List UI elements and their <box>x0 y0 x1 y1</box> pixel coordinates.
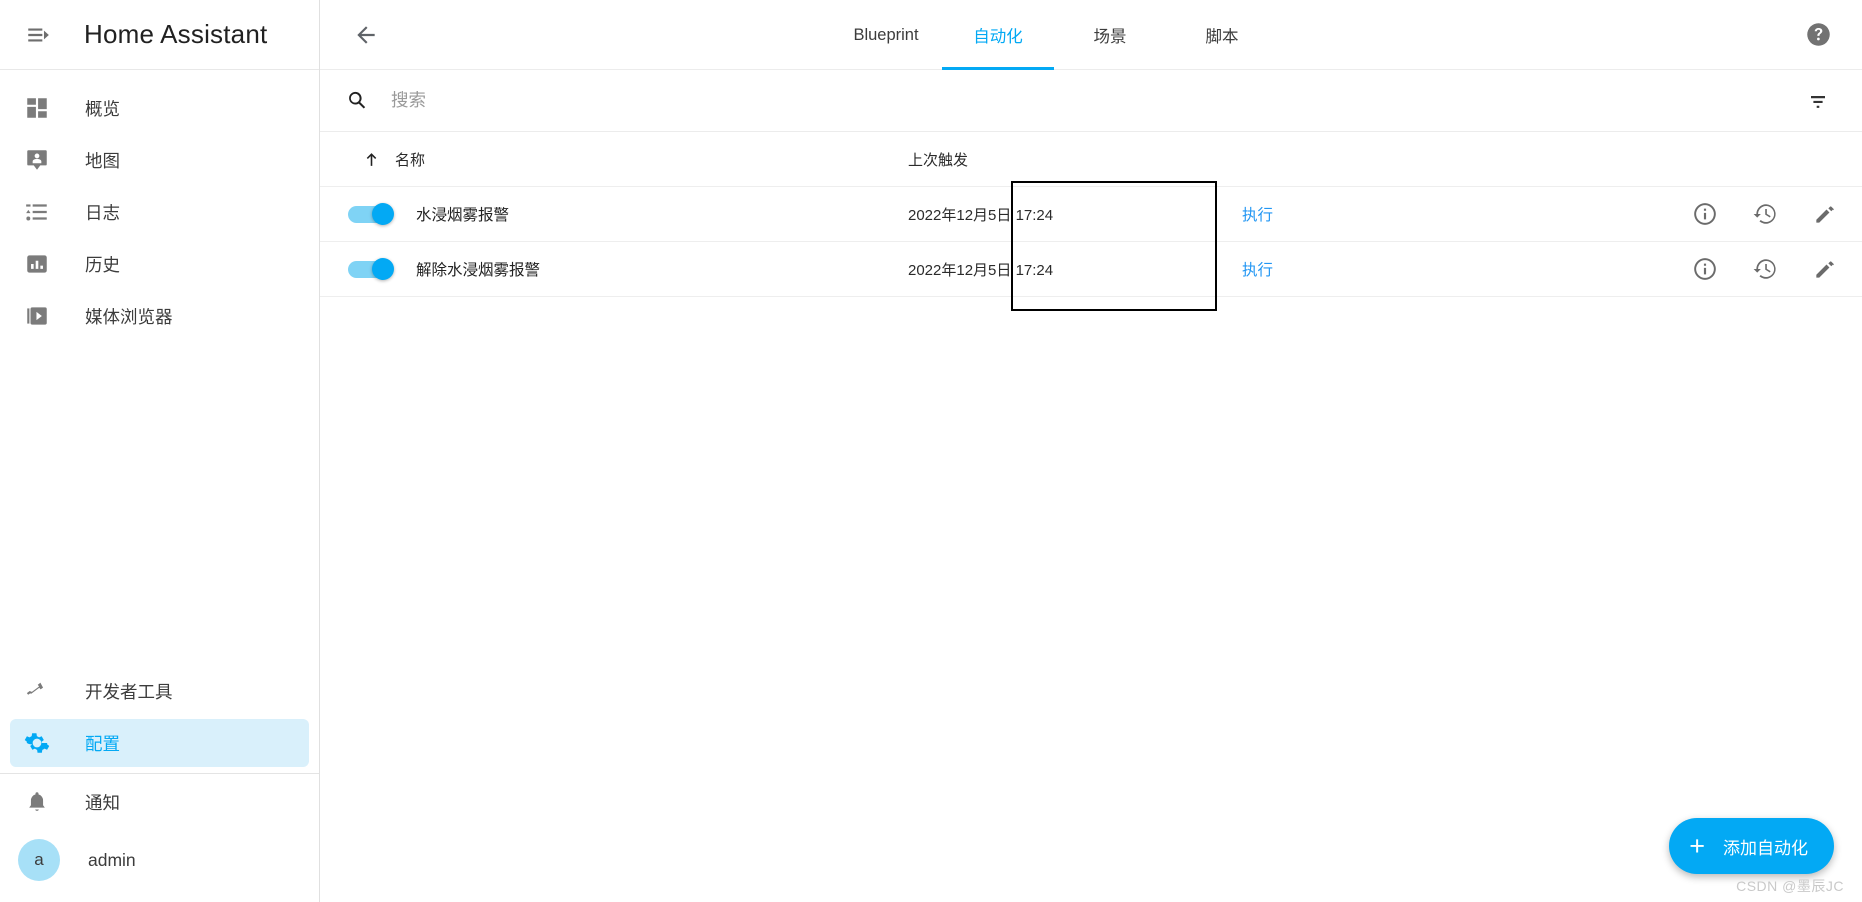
tab-scene[interactable]: 场景 <box>1054 0 1166 70</box>
add-automation-button[interactable]: + 添加自动化 <box>1669 818 1834 874</box>
column-header-last-triggered[interactable]: 上次触发 <box>890 149 1220 170</box>
sidebar-item-developer-tools[interactable]: 开发者工具 <box>10 667 309 715</box>
pencil-icon[interactable] <box>1808 252 1842 286</box>
play-box-multiple-icon <box>24 301 60 331</box>
sidebar-bottom: 开发者工具 配置 通知 a admin <box>0 663 319 902</box>
pencil-icon[interactable] <box>1808 197 1842 231</box>
sidebar-item-history[interactable]: 历史 <box>10 240 309 288</box>
cell-last-triggered: 2022年12月5日 17:24 <box>908 261 1054 279</box>
automation-name: 水浸烟雾报警 <box>416 207 510 224</box>
sidebar-item-label: 历史 <box>85 254 120 275</box>
automation-toggle[interactable] <box>348 203 394 225</box>
cell-execute: 执行 <box>1220 203 1420 225</box>
tab-label: 自动化 <box>973 28 1023 46</box>
chart-box-icon <box>24 249 60 279</box>
sidebar-header: Home Assistant <box>0 0 319 70</box>
column-header-label: 上次触发 <box>908 151 969 169</box>
tab-label: Blueprint <box>853 25 919 44</box>
menu-open-icon[interactable] <box>14 11 62 59</box>
sidebar-item-label: 通知 <box>85 792 120 813</box>
cell-actions <box>1420 197 1862 231</box>
table-body: 水浸烟雾报警 2022年12月5日 17:24 执行 解除水浸烟雾报警 2022… <box>320 181 1862 902</box>
sidebar-item-label: 媒体浏览器 <box>85 306 173 327</box>
history-icon[interactable] <box>1748 252 1782 286</box>
tab-label: 场景 <box>1093 28 1127 46</box>
column-header-label: 名称 <box>395 151 426 169</box>
sidebar-item-label: 日志 <box>85 202 120 223</box>
main-content: Blueprint 自动化 场景 脚本 搜索 名称 上次触发 水浸烟雾报警 20… <box>320 0 1862 902</box>
information-icon[interactable] <box>1688 252 1722 286</box>
execute-link[interactable]: 执行 <box>1242 262 1273 279</box>
toggle-thumb <box>372 203 394 225</box>
tab-label: 脚本 <box>1205 28 1239 46</box>
sidebar-item-label: 地图 <box>85 150 120 171</box>
sidebar-item-logbook[interactable]: 日志 <box>10 188 309 236</box>
cell-name: 水浸烟雾报警 <box>320 203 890 225</box>
watermark: CSDN @墨辰JC <box>1736 878 1844 894</box>
sidebar-item-map[interactable]: 地图 <box>10 136 309 184</box>
app-title: Home Assistant <box>84 19 268 49</box>
filter-variant-icon[interactable] <box>1796 79 1840 123</box>
arrow-left-icon[interactable] <box>342 11 390 59</box>
cell-actions <box>1420 252 1862 286</box>
format-list-bulleted-icon <box>24 197 60 227</box>
search-input[interactable] <box>389 89 989 112</box>
automation-toggle[interactable] <box>348 258 394 280</box>
sidebar-divider <box>0 773 319 774</box>
app-root: Home Assistant 概览 地图 日志 历史 媒体浏览器 开发者工具 配… <box>0 0 1862 902</box>
plus-icon: + <box>1689 830 1705 861</box>
toggle-thumb <box>372 258 394 280</box>
information-icon[interactable] <box>1688 197 1722 231</box>
tab-script[interactable]: 脚本 <box>1166 0 1278 70</box>
tab-blueprint[interactable]: Blueprint <box>830 0 942 70</box>
sidebar-item-label: 开发者工具 <box>85 681 173 702</box>
sidebar-item-configuration[interactable]: 配置 <box>10 719 309 767</box>
add-automation-label: 添加自动化 <box>1723 838 1808 858</box>
arrow-up-icon <box>362 150 381 169</box>
table-header-row: 名称 上次触发 <box>320 132 1862 187</box>
avatar: a <box>18 839 60 881</box>
dashboard-icon <box>24 93 60 123</box>
execute-link[interactable]: 执行 <box>1242 207 1273 224</box>
cell-name: 解除水浸烟雾报警 <box>320 258 890 280</box>
column-header-name[interactable]: 名称 <box>320 149 890 170</box>
sidebar-item-overview[interactable]: 概览 <box>10 84 309 132</box>
sidebar-item-notifications[interactable]: 通知 <box>10 778 309 826</box>
cell-last-triggered: 2022年12月5日 17:24 <box>908 206 1054 224</box>
hammer-icon <box>24 676 60 706</box>
sidebar-item-media-browser[interactable]: 媒体浏览器 <box>10 292 309 340</box>
table-row[interactable]: 解除水浸烟雾报警 2022年12月5日 17:24 执行 <box>320 242 1862 297</box>
sidebar-nav: 概览 地图 日志 历史 媒体浏览器 <box>0 70 319 344</box>
sidebar-item-label: 概览 <box>85 98 120 119</box>
history-icon[interactable] <box>1748 197 1782 231</box>
sidebar-item-user[interactable]: a admin <box>10 832 309 888</box>
help-circle-icon[interactable] <box>1796 13 1840 57</box>
top-toolbar: Blueprint 自动化 场景 脚本 <box>320 0 1862 70</box>
tab-automation[interactable]: 自动化 <box>942 0 1054 70</box>
search-bar <box>320 70 1862 132</box>
user-name-label: admin <box>88 849 136 870</box>
bell-icon <box>24 787 60 817</box>
sidebar-item-label: 配置 <box>85 733 120 754</box>
table-row[interactable]: 水浸烟雾报警 2022年12月5日 17:24 执行 <box>320 187 1862 242</box>
search-icon <box>346 89 369 112</box>
cog-icon <box>24 728 60 758</box>
cell-execute: 执行 <box>1220 258 1420 280</box>
sidebar: Home Assistant 概览 地图 日志 历史 媒体浏览器 开发者工具 配… <box>0 0 320 902</box>
map-marker-account-icon <box>24 145 60 175</box>
automation-name: 解除水浸烟雾报警 <box>416 262 541 279</box>
tab-bar: Blueprint 自动化 场景 脚本 <box>830 0 1278 70</box>
